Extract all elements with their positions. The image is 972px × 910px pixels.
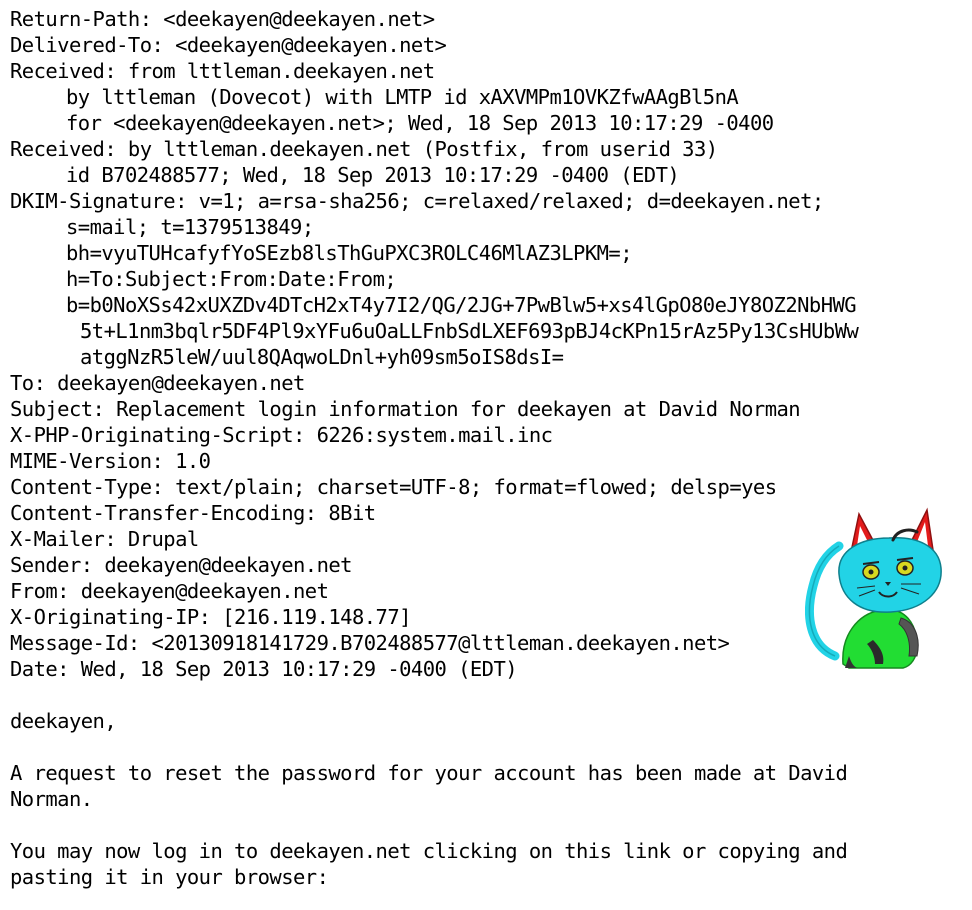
header-line: by lttleman (Dovecot) with LMTP id xAXVM… [66,85,739,109]
email-source: Return-Path: <deekayen@deekayen.net> Deli… [10,6,972,890]
header-line: Content-Type: text/plain; charset=UTF-8;… [10,475,777,499]
header-line: Delivered-To: <deekayen@deekayen.net> [10,33,447,57]
header-line: b=b0NoXSs42xUXZDv4DTcH2xT4y7I2/QG/2JG+7P… [66,293,857,317]
body-line: deekayen, [10,709,117,733]
body-line: A request to reset the password for your… [10,761,848,785]
body-line: Norman. [10,787,93,811]
body-line: You may now log in to deekayen.net click… [10,839,848,863]
header-line: To: deekayen@deekayen.net [10,371,305,395]
header-line: for <deekayen@deekayen.net>; Wed, 18 Sep… [66,111,774,135]
header-line: X-PHP-Originating-Script: 6226:system.ma… [10,423,553,447]
header-line: DKIM-Signature: v=1; a=rsa-sha256; c=rel… [10,189,824,213]
cat-drawing [805,507,942,669]
body-line: pasting it in your browser: [10,865,329,889]
header-line: bh=vyuTUHcafyfYoSEzb8lsThGuPXC3ROLC46MlA… [66,241,633,265]
header-line: MIME-Version: 1.0 [10,449,211,473]
header-line: atggNzR5leW/uul8QAqwoLDnl+yh09sm5oIS8dsI… [80,345,564,369]
header-line: h=To:Subject:From:Date:From; [66,267,397,291]
header-line: 5t+L1nm3bqlr5DF4Pl9xYFu6uOaLLFnbSdLXEF69… [80,319,859,343]
header-line: Return-Path: <deekayen@deekayen.net> [10,7,435,31]
header-line: Received: from lttleman.deekayen.net [10,59,435,83]
header-line: Subject: Replacement login information f… [10,397,801,421]
email-body: deekayen, A request to reset the password… [10,682,972,890]
header-line: Received: by lttleman.deekayen.net (Post… [10,137,718,161]
header-line: id B702488577; Wed, 18 Sep 2013 10:17:29… [66,163,680,187]
header-line: s=mail; t=1379513849; [66,215,314,239]
